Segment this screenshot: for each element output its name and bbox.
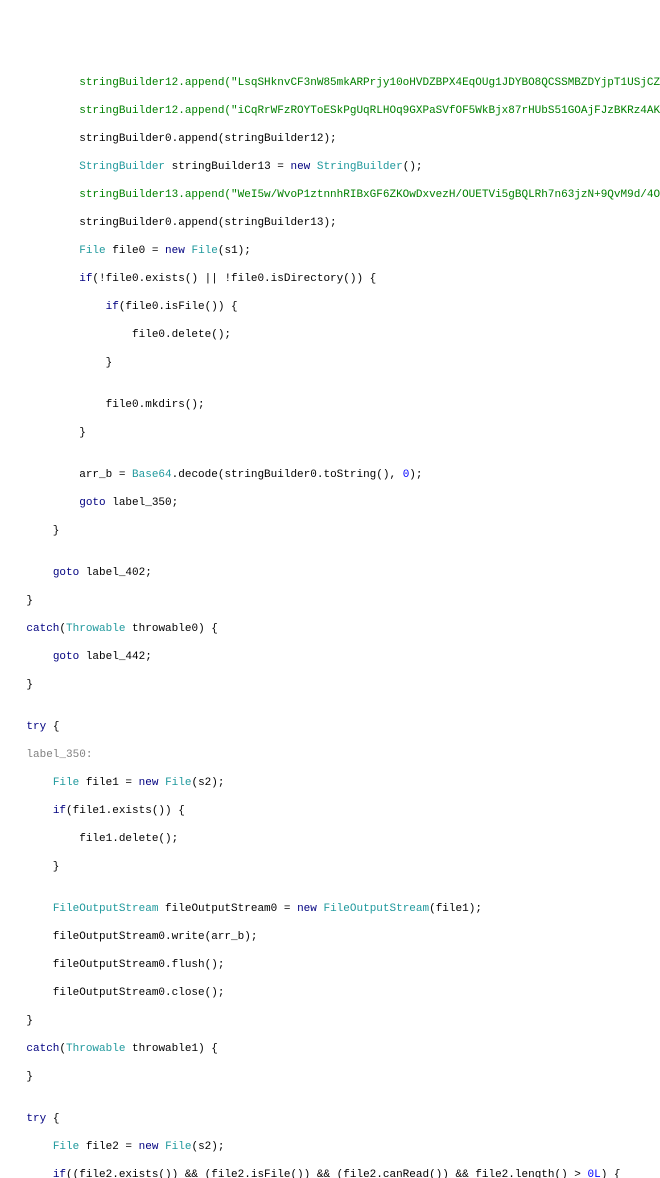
code-line: goto label_442;: [0, 650, 660, 664]
code-line: if(file1.exists()) {: [0, 804, 660, 818]
code-line: label_350:: [0, 748, 660, 762]
code-line: }: [0, 594, 660, 608]
code-line: file0.mkdirs();: [0, 398, 660, 412]
code-line: }: [0, 356, 660, 370]
code-line: fileOutputStream0.write(arr_b);: [0, 930, 660, 944]
code-line: }: [0, 1014, 660, 1028]
code-line: if(file0.isFile()) {: [0, 300, 660, 314]
code-line: arr_b = Base64.decode(stringBuilder0.toS…: [0, 468, 660, 482]
code-line: try {: [0, 1112, 660, 1126]
code-line: file1.delete();: [0, 832, 660, 846]
code-viewer: stringBuilder12.append("LsqSHknvCF3nW85m…: [0, 56, 660, 1178]
code-line: goto label_350;: [0, 496, 660, 510]
code-line: File file2 = new File(s2);: [0, 1140, 660, 1154]
code-line: goto label_402;: [0, 566, 660, 580]
code-line: File file1 = new File(s2);: [0, 776, 660, 790]
code-line: catch(Throwable throwable1) {: [0, 1042, 660, 1056]
code-line: stringBuilder12.append("iCqRrWFzROYToESk…: [0, 104, 660, 118]
code-line: }: [0, 1070, 660, 1084]
code-line: FileOutputStream fileOutputStream0 = new…: [0, 902, 660, 916]
code-line: catch(Throwable throwable0) {: [0, 622, 660, 636]
code-line: fileOutputStream0.close();: [0, 986, 660, 1000]
code-line: stringBuilder12.append("LsqSHknvCF3nW85m…: [0, 76, 660, 90]
code-line: file0.delete();: [0, 328, 660, 342]
code-line: }: [0, 678, 660, 692]
code-line: try {: [0, 720, 660, 734]
code-line: File file0 = new File(s1);: [0, 244, 660, 258]
code-line: if(!file0.exists() || !file0.isDirectory…: [0, 272, 660, 286]
code-line: stringBuilder0.append(stringBuilder12);: [0, 132, 660, 146]
code-line: }: [0, 426, 660, 440]
code-line: fileOutputStream0.flush();: [0, 958, 660, 972]
code-line: if((file2.exists()) && (file2.isFile()) …: [0, 1168, 660, 1178]
code-line: }: [0, 860, 660, 874]
code-line: }: [0, 524, 660, 538]
code-line: stringBuilder0.append(stringBuilder13);: [0, 216, 660, 230]
code-line: stringBuilder13.append("WeI5w/WvoP1ztnnh…: [0, 188, 660, 202]
code-line: StringBuilder stringBuilder13 = new Stri…: [0, 160, 660, 174]
